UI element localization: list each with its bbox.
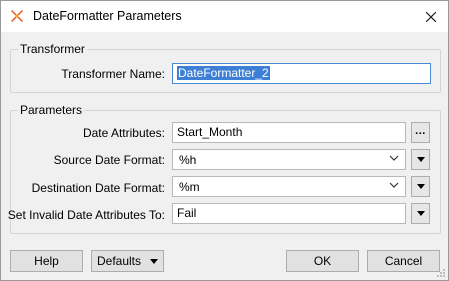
resize-grip-icon[interactable] (436, 268, 446, 278)
ok-button[interactable]: OK (286, 250, 359, 272)
triangle-down-icon (416, 184, 425, 189)
defaults-button-label: Defaults (96, 254, 142, 268)
invalid-to-value: Fail (177, 206, 197, 220)
destination-format-label: Destination Date Format: (31, 181, 165, 195)
close-button[interactable] (414, 1, 448, 32)
destination-format-select[interactable]: %m (172, 176, 406, 197)
source-format-menu-button[interactable] (411, 149, 430, 170)
fme-transformer-icon (11, 10, 23, 22)
transformer-name-value: DateFormatter_2 (177, 66, 270, 80)
triangle-down-icon (416, 157, 425, 162)
source-format-label: Source Date Format: (53, 153, 165, 167)
window-title: DateFormatter Parameters (33, 9, 182, 23)
chevron-down-icon (389, 182, 399, 188)
defaults-button[interactable]: Defaults (91, 250, 164, 272)
date-attributes-input[interactable]: Start_Month (172, 122, 406, 143)
parameters-group-label: Parameters (18, 103, 85, 117)
cancel-button-label: Cancel (384, 254, 423, 268)
date-attributes-value: Start_Month (177, 125, 243, 139)
transformer-group-label: Transformer (18, 42, 87, 56)
invalid-to-label: Set Invalid Date Attributes To: (7, 208, 165, 222)
help-button-label: Help (34, 254, 59, 268)
source-format-value: %h (179, 153, 197, 167)
close-icon (426, 11, 436, 22)
triangle-down-icon (416, 211, 425, 216)
transformer-name-label: Transformer Name: (61, 67, 165, 81)
dialog-window: DateFormatter Parameters Transformer Tra… (0, 0, 449, 281)
destination-format-value: %m (179, 180, 200, 194)
ok-button-label: OK (313, 254, 332, 268)
ellipsis-icon: ... (415, 124, 426, 137)
transformer-name-input[interactable]: DateFormatter_2 (172, 63, 431, 84)
help-button[interactable]: Help (10, 250, 83, 272)
invalid-to-input[interactable]: Fail (172, 203, 406, 224)
source-format-select[interactable]: %h (172, 149, 406, 170)
date-attributes-label: Date Attributes: (82, 126, 165, 140)
triangle-down-icon (150, 258, 159, 264)
destination-format-menu-button[interactable] (411, 176, 430, 197)
invalid-to-menu-button[interactable] (411, 203, 430, 224)
cancel-button[interactable]: Cancel (367, 250, 440, 272)
chevron-down-icon (389, 155, 399, 161)
date-attributes-browse-button[interactable]: ... (411, 122, 430, 143)
title-bar: DateFormatter Parameters (1, 1, 448, 32)
